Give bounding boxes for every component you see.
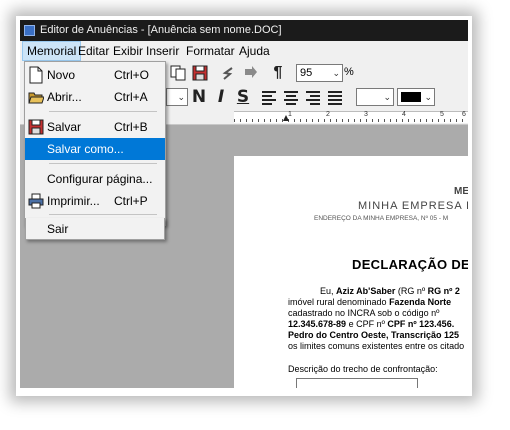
align-left-icon[interactable] — [259, 87, 279, 107]
body-line-2: imóvel rural denominado Fazenda Norte — [288, 297, 451, 308]
menu-item-salvar-como[interactable]: Salvar como... — [25, 138, 165, 160]
body-line-1: Eu, Aziz Ab'Saber (RG nº RG nº 2 — [288, 286, 460, 297]
style-select[interactable]: ⌄ — [356, 88, 394, 106]
text-color-select[interactable]: ⌄ — [397, 88, 435, 106]
body-line-3: cadastrado no INCRA sob o código nº — [288, 308, 440, 318]
save-icon[interactable] — [190, 63, 210, 83]
menu-item-configurar-pagina[interactable]: Configurar página... — [25, 168, 165, 190]
ruler-number: 4 — [402, 111, 406, 118]
menu-item-novo[interactable]: Novo Ctrl+O — [25, 64, 165, 86]
menu-item-label: Configurar página... — [47, 172, 153, 186]
menu-item-label: Imprimir... — [47, 194, 100, 208]
window-title: Editor de Anuências - [Anuência sem nome… — [40, 24, 282, 36]
align-center-icon[interactable] — [281, 87, 301, 107]
menu-item-label: Salvar — [47, 120, 82, 134]
chevron-down-icon: ⌄ — [332, 68, 340, 78]
body-line-6: os limites comuns existentes entre os ci… — [288, 341, 465, 351]
align-right-icon[interactable] — [303, 87, 323, 107]
font-size-select[interactable]: ⌄ — [166, 88, 188, 106]
rg-value: RG nº 2 — [427, 286, 460, 296]
justify-icon[interactable] — [325, 87, 345, 107]
body-line-5: Pedro do Centro Oeste, Transcrição 125 — [288, 330, 460, 340]
underline-button[interactable]: S — [233, 87, 253, 107]
redo-icon[interactable] — [240, 63, 260, 83]
open-folder-icon — [28, 88, 45, 106]
zoom-percent-label: % — [344, 66, 354, 78]
menu-item-label: Salvar como... — [47, 142, 124, 156]
app-window: Editor de Anuências - [Anuência sem nome… — [20, 20, 468, 388]
undo-icon[interactable] — [218, 63, 238, 83]
new-document-icon — [28, 66, 44, 84]
menu-formatar[interactable]: Formatar — [182, 41, 239, 61]
cpf-value: 12.345.678-89 — [288, 319, 347, 329]
cpf-value: CPF nº 123.456. — [387, 319, 455, 329]
horizontal-ruler[interactable]: 1 2 3 4 5 6 — [234, 111, 468, 123]
menu-separator — [49, 111, 157, 112]
body-text: imóvel rural denominado — [288, 297, 390, 307]
ruler-number: 3 — [364, 111, 368, 118]
text-color-swatch — [401, 92, 421, 102]
document-heading: DECLARAÇÃO DE — [352, 257, 468, 272]
printer-icon — [28, 192, 44, 210]
menu-item-abrir[interactable]: Abrir... Ctrl+A — [25, 86, 165, 108]
bold-button[interactable]: N — [189, 87, 209, 107]
menu-separator — [49, 163, 157, 164]
body-text: e CPF nº — [346, 319, 388, 329]
person-name: Aziz Ab'Saber — [336, 286, 396, 296]
title-bar: Editor de Anuências - [Anuência sem nome… — [20, 20, 468, 41]
menu-item-label: Novo — [47, 68, 76, 82]
menu-item-label: Sair — [47, 222, 69, 236]
menu-item-shortcut: Ctrl+O — [114, 68, 150, 82]
menu-item-salvar[interactable]: Salvar Ctrl+B — [25, 116, 165, 138]
company-header-partial: ME — [454, 186, 468, 197]
company-address: ENDEREÇO DA MINHA EMPRESA, Nº 05 - M — [314, 215, 449, 222]
menu-item-sair[interactable]: Sair — [25, 218, 165, 240]
chevron-down-icon: ⌄ — [424, 92, 432, 102]
body-text: Eu, — [320, 286, 337, 296]
chevron-down-icon: ⌄ — [177, 92, 185, 102]
floppy-disk-icon — [28, 118, 44, 136]
italic-button[interactable]: I — [211, 87, 231, 107]
menu-bar: Memorial Editar Exibir Inserir Formatar … — [20, 41, 468, 61]
menu-memorial[interactable]: Memorial — [22, 41, 82, 61]
body-text: (RG nº — [395, 286, 428, 296]
company-name: MINHA EMPRESA EN — [358, 200, 468, 212]
ruler-number: 1 — [288, 111, 292, 118]
zoom-select[interactable]: 95 ⌄ — [296, 64, 343, 82]
menu-separator — [49, 214, 157, 215]
copy-icon[interactable] — [168, 63, 188, 83]
confrontacao-table[interactable] — [296, 378, 418, 388]
menu-item-imprimir[interactable]: Imprimir... Ctrl+P — [25, 190, 165, 212]
document-page[interactable]: ME MINHA EMPRESA EN ENDEREÇO DA MINHA EM… — [234, 156, 468, 388]
menu-item-label: Abrir... — [47, 90, 82, 104]
farm-name: Fazenda Norte — [389, 297, 452, 307]
ruler-number: 5 — [440, 111, 444, 118]
menu-inserir[interactable]: Inserir — [142, 41, 183, 61]
body-line-4: 12.345.678-89 e CPF nº CPF nº 123.456. — [288, 319, 454, 330]
menu-item-shortcut: Ctrl+P — [114, 194, 148, 208]
zoom-value: 95 — [300, 67, 313, 79]
ruler-number: 2 — [326, 111, 330, 118]
ruler-ticks — [234, 119, 468, 122]
app-icon — [24, 25, 35, 36]
menu-item-shortcut: Ctrl+A — [114, 90, 148, 104]
ruler-number: 6 — [462, 111, 466, 118]
memorial-menu-dropdown: Novo Ctrl+O Abrir... Ctrl+A Salvar Ctrl+… — [24, 61, 166, 226]
menu-item-shortcut: Ctrl+B — [114, 120, 148, 134]
paragraph-marks-button[interactable]: ¶ — [268, 63, 288, 83]
confrontacao-label: Descrição do trecho de confrontação: — [288, 364, 438, 374]
menu-ajuda[interactable]: Ajuda — [235, 41, 274, 61]
chevron-down-icon: ⌄ — [383, 92, 391, 102]
menu-editar[interactable]: Editar — [74, 41, 113, 61]
